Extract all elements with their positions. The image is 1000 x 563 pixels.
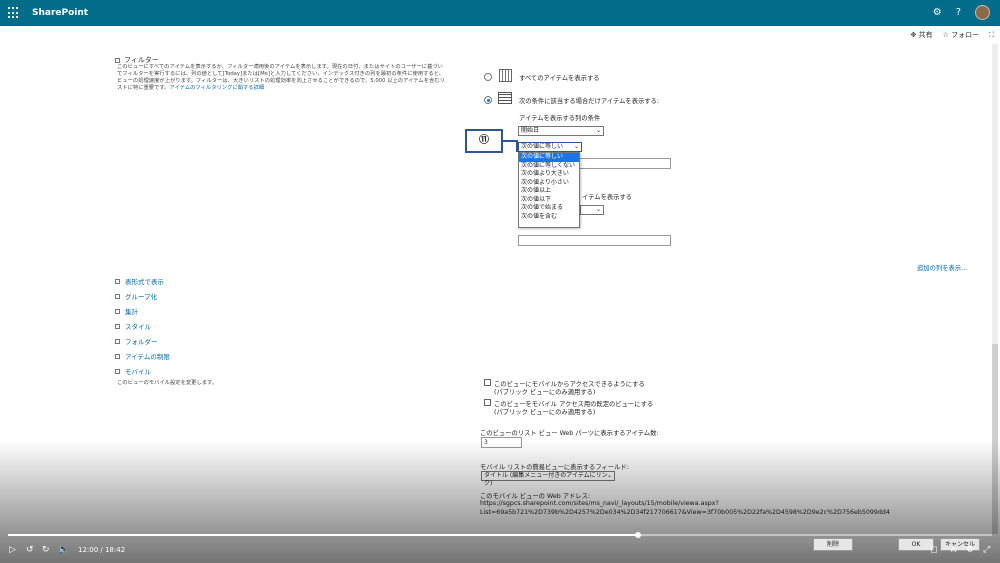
mobile-address-url-line2: List=69a5b721%2D739b%2D4257%2De034%2D34f… [480, 509, 890, 516]
callout-connector-vertical [516, 140, 518, 152]
section-label: グループ化 [125, 293, 158, 301]
fullscreen-icon[interactable]: ⛶ [989, 31, 994, 40]
collapse-icon [115, 57, 120, 63]
mobile-address-label: このモバイル ビューの Web アドレス: [480, 493, 591, 500]
column-select[interactable]: 開始日 ⌄ [518, 126, 604, 136]
fullscreen-video-icon[interactable]: ⤢ [983, 545, 990, 555]
command-bar: ✥ 共有 ☆ フォロー ⛶ [910, 30, 994, 40]
dropdown-option[interactable]: 次の値で始まる [519, 204, 579, 213]
operator-select-value: 次の値に等しい [521, 143, 564, 150]
second-operator-select[interactable]: ⌄ [580, 205, 604, 215]
show-conditional-label: 次の条件に該当する場合だけアイテムを表示する: [519, 98, 660, 105]
all-items-icon [499, 69, 512, 82]
show-all-radio[interactable] [484, 73, 492, 81]
filter-help-link[interactable]: アイテムのフィルタリングに関する詳細 [169, 85, 264, 91]
video-progress-handle[interactable] [634, 532, 641, 538]
help-icon[interactable]: ? [956, 7, 961, 18]
dropdown-option[interactable]: 次の値以上 [519, 187, 579, 196]
operator-dropdown-list[interactable]: 次の値に等しい 次の値に等しくない 次の値より大きい 次の値より小さい 次の値以… [518, 152, 580, 228]
section-totals[interactable]: 集計 [115, 306, 138, 316]
forward-icon[interactable]: ↻ [42, 545, 50, 555]
video-progress-fill [8, 534, 638, 536]
filter-description-text: このビューにすべてのアイテムを表示するか、フィルター適用後のアイテムを表示します… [117, 64, 445, 91]
expand-icon [115, 308, 120, 314]
step-callout: ⑪ [465, 129, 503, 153]
suite-bar: SharePoint ⚙ ? [0, 0, 1000, 26]
chevron-down-icon: ⌄ [606, 472, 612, 479]
dropdown-option[interactable]: 次の値以下 [519, 196, 579, 205]
mobile-field-select[interactable]: タイトル (編集メニュー付きのアイテムにリンク) ⌄ [481, 471, 615, 487]
filter-description: このビューにすべてのアイテムを表示するか、フィルター適用後のアイテムを表示します… [117, 64, 447, 92]
expand-icon [115, 323, 120, 329]
expand-icon [115, 338, 120, 344]
mobile-description: このビューのモバイル設定を変更します。 [117, 380, 218, 386]
follow-button[interactable]: ☆ フォロー [943, 30, 980, 40]
section-folders[interactable]: フォルダー [115, 336, 158, 346]
volume-icon[interactable]: 🔈 [58, 545, 69, 555]
second-value-input[interactable] [518, 235, 671, 246]
collapse-icon [115, 368, 120, 374]
video-time: 12:00 / 18:42 [78, 546, 126, 554]
item-count-input[interactable]: 3 [481, 437, 522, 448]
settings-icon[interactable]: ⚙ [966, 545, 974, 555]
share-label: 共有 [918, 31, 933, 39]
mobile-access-checkbox[interactable] [484, 379, 491, 386]
mobile-address-url-line1: https://sgpcs.sharepoint.com/sites/ms_na… [480, 500, 719, 507]
ok-button[interactable]: OK [898, 538, 934, 551]
more-columns-link[interactable]: 追加の列を表示... [917, 263, 967, 272]
avatar[interactable] [975, 5, 990, 20]
scrollbar[interactable] [992, 44, 998, 534]
mobile-access-sublabel: (パブリック ビューにのみ適用する) [494, 389, 596, 396]
expand-icon [115, 353, 120, 359]
expand-icon [115, 278, 120, 284]
chevron-down-icon: ⌄ [595, 206, 601, 213]
second-condition-label: イテムを表示する [582, 194, 633, 201]
condition-heading: アイテムを表示する列の条件 [519, 115, 601, 122]
operator-select[interactable]: 次の値に等しい ⌄ [518, 142, 582, 152]
filtered-items-icon [498, 92, 512, 104]
item-count-label: このビューのリスト ビュー Web パーツに表示するアイテム数: [480, 430, 659, 437]
section-label: 集計 [125, 308, 138, 316]
follow-label: フォロー [951, 31, 980, 39]
captions-icon[interactable]: ⁂ [950, 546, 957, 554]
section-label: アイテムの制限 [125, 353, 170, 361]
mobile-default-checkbox[interactable] [484, 399, 491, 406]
pip-icon[interactable]: ◻ [930, 545, 937, 555]
item-count-value: 3 [484, 439, 488, 446]
section-label: フォルダー [125, 338, 158, 346]
section-tabular-view[interactable]: 表形式で表示 [115, 276, 164, 286]
dropdown-option[interactable]: 次の値より大きい [519, 170, 579, 179]
dropdown-option[interactable]: 次の値に等しくない [519, 162, 579, 171]
section-label: 表形式で表示 [125, 278, 164, 286]
expand-icon [115, 293, 120, 299]
chevron-down-icon: ⌄ [595, 127, 601, 134]
play-icon[interactable]: ▷ [9, 545, 16, 555]
scrollbar-thumb[interactable] [992, 344, 998, 534]
mobile-field-label: モバイル リストの簡易ビューに表示するフィールド: [480, 464, 629, 471]
rewind-icon[interactable]: ↺ [26, 545, 34, 555]
star-icon: ☆ [942, 31, 949, 39]
section-style[interactable]: スタイル [115, 321, 151, 331]
gear-icon[interactable]: ⚙ [933, 7, 942, 18]
share-icon: ✥ [910, 31, 917, 39]
delete-button[interactable]: 削除 [813, 538, 853, 551]
mobile-default-sublabel: (パブリック ビューにのみ適用する) [494, 409, 596, 416]
dropdown-option[interactable]: 次の値を含む [519, 213, 579, 222]
dropdown-option[interactable]: 次の値に等しい [519, 153, 579, 162]
section-item-limit[interactable]: アイテムの制限 [115, 351, 170, 361]
column-select-value: 開始日 [521, 127, 540, 134]
show-conditional-radio[interactable] [484, 96, 492, 104]
mobile-field-value: タイトル (編集メニュー付きのアイテムにリンク) [484, 472, 608, 487]
video-progress-bar[interactable] [8, 532, 992, 538]
chevron-down-icon: ⌄ [573, 143, 579, 150]
app-launcher-icon[interactable] [8, 7, 20, 19]
section-group-by[interactable]: グループ化 [115, 291, 157, 301]
app-title[interactable]: SharePoint [32, 8, 88, 18]
section-mobile[interactable]: モバイル [115, 366, 151, 376]
dropdown-option[interactable]: 次の値より小さい [519, 179, 579, 188]
section-label: モバイル [125, 368, 151, 376]
section-label: スタイル [125, 323, 151, 331]
show-all-label: すべてのアイテムを表示する [519, 75, 600, 82]
share-button[interactable]: ✥ 共有 [910, 30, 932, 40]
